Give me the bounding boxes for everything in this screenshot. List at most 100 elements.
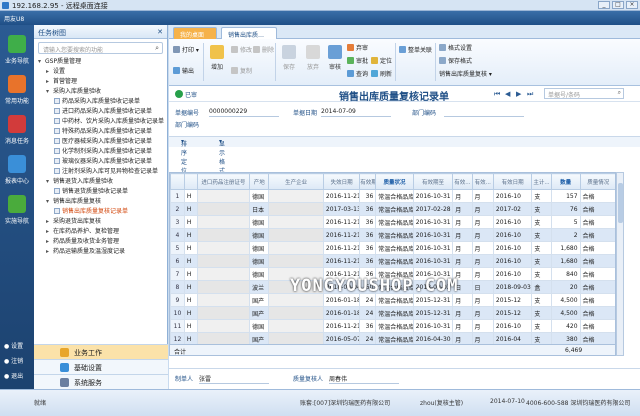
table-cell[interactable]: 10: [170, 306, 185, 320]
column-header[interactable]: 数量: [550, 173, 581, 190]
table-cell[interactable]: [196, 280, 251, 294]
modify-button[interactable]: 修改: [231, 45, 252, 54]
first-page-button[interactable]: ⏮: [494, 90, 500, 99]
table-cell[interactable]: 2016-11-21: [322, 254, 361, 268]
tree-item[interactable]: 注射剂采购入库可见异物检查记录单: [34, 167, 167, 177]
grid-vertical-scrollbar[interactable]: [616, 172, 624, 356]
table-cell[interactable]: 36: [359, 228, 377, 242]
table-cell[interactable]: 840: [550, 267, 581, 281]
audit-button[interactable]: 审核: [323, 45, 347, 71]
table-cell[interactable]: [196, 215, 251, 229]
nav-star[interactable]: 常用功能: [3, 75, 31, 109]
table-cell[interactable]: [196, 241, 251, 255]
tree-folder[interactable]: ▾ 销售出库质量复核: [34, 197, 167, 207]
table-cell[interactable]: 2016-10: [492, 254, 533, 268]
table-cell[interactable]: 24: [359, 306, 377, 320]
query-button[interactable]: 查询: [347, 69, 368, 78]
table-cell[interactable]: 支: [531, 202, 552, 216]
table-cell[interactable]: 德国: [249, 254, 270, 268]
table-cell[interactable]: 支: [531, 254, 552, 268]
table-cell[interactable]: 合格: [579, 202, 615, 216]
table-cell[interactable]: 2016-11-21: [322, 215, 361, 229]
table-cell[interactable]: [268, 241, 324, 255]
save-button[interactable]: 保存: [277, 45, 301, 71]
prev-page-button[interactable]: ◀: [505, 90, 510, 98]
table-cell[interactable]: 4,500: [550, 293, 581, 307]
copy-button[interactable]: 复制: [231, 66, 252, 75]
column-header[interactable]: 有效期至: [412, 173, 454, 190]
print-button[interactable]: 打印 ▾: [173, 45, 199, 54]
table-cell[interactable]: 德国: [249, 319, 270, 333]
table-cell[interactable]: 月: [452, 319, 473, 333]
tree-item[interactable]: 玻璃仪器采购入库质量验收记录单: [34, 157, 167, 167]
search-icon[interactable]: ⌕: [155, 44, 159, 53]
tree-folder[interactable]: ▸ 首营管理: [34, 77, 167, 87]
collapse-icon[interactable]: ▾: [46, 87, 53, 97]
table-cell[interactable]: [268, 189, 324, 203]
table-cell[interactable]: 2017-02-28: [412, 202, 454, 216]
table-cell[interactable]: H: [183, 189, 198, 203]
tree-folder[interactable]: ▾ 销售退货入库质量验收: [34, 177, 167, 187]
table-cell[interactable]: 2016-11-21: [322, 189, 361, 203]
table-cell[interactable]: H: [183, 254, 198, 268]
doc-search-input[interactable]: 单据号/条码 ⌕: [544, 88, 624, 99]
table-cell[interactable]: [196, 306, 251, 320]
table-cell[interactable]: 支: [531, 306, 552, 320]
table-cell[interactable]: [268, 254, 324, 268]
table-cell[interactable]: 2015-12-31: [412, 306, 454, 320]
add-button[interactable]: 增加: [205, 45, 229, 71]
table-cell[interactable]: 2016-10: [492, 319, 533, 333]
module-button[interactable]: 系统服务: [34, 374, 168, 389]
nav-message[interactable]: 消息任务: [3, 115, 31, 149]
table-cell[interactable]: [268, 306, 324, 320]
table-cell[interactable]: 合格: [579, 215, 615, 229]
table-cell[interactable]: 月: [452, 306, 473, 320]
table-cell[interactable]: 月: [452, 189, 473, 203]
expand-icon[interactable]: ▸: [46, 217, 53, 227]
table-cell[interactable]: [196, 293, 251, 307]
table-cell[interactable]: 2016-10-31: [412, 319, 454, 333]
table-cell[interactable]: 2016-10: [492, 189, 533, 203]
table-cell[interactable]: [268, 215, 324, 229]
table-cell[interactable]: 日本: [249, 202, 270, 216]
table-cell[interactable]: [196, 254, 251, 268]
table-cell[interactable]: 常温合格品库: [375, 254, 414, 268]
output-button[interactable]: 输出: [173, 66, 194, 75]
table-row[interactable]: 2 H 日本 2017-03-13 36 常温合格品库 2017-02-28 月月 2017-0…: [170, 202, 615, 216]
table-cell[interactable]: 36: [359, 254, 377, 268]
expand-icon[interactable]: ▸: [46, 227, 53, 237]
tree-item[interactable]: 销售退货质量验收记录单: [34, 187, 167, 197]
tree-search-input[interactable]: 请输入您要搜索的功能 ⌕: [38, 42, 163, 54]
table-cell[interactable]: 2016-10-31: [412, 254, 454, 268]
table-cell[interactable]: 合格: [579, 293, 615, 307]
column-header[interactable]: 有效...: [471, 173, 494, 190]
user-button[interactable]: ● 注销: [4, 356, 23, 365]
tab-sales-review[interactable]: 销售出库质… ✕: [221, 27, 277, 46]
column-header[interactable]: 生产企业: [268, 173, 324, 190]
table-cell[interactable]: 常温合格品库: [375, 189, 414, 203]
column-header[interactable]: 质量状况: [375, 173, 414, 190]
table-cell[interactable]: 2015-12: [492, 306, 533, 320]
table-cell[interactable]: 合格: [579, 319, 615, 333]
format-settings-button[interactable]: 格式设置: [439, 43, 472, 52]
table-cell[interactable]: 2016-10: [492, 241, 533, 255]
tree-folder[interactable]: ▸ 药品质量及收货业务管理: [34, 237, 167, 247]
table-cell[interactable]: [196, 267, 251, 281]
column-header[interactable]: [183, 173, 198, 190]
table-cell[interactable]: H: [183, 228, 198, 242]
abandon-button[interactable]: 放弃: [301, 45, 325, 71]
last-page-button[interactable]: ⏭: [527, 90, 533, 99]
table-cell[interactable]: H: [183, 293, 198, 307]
table-cell[interactable]: 月: [452, 228, 473, 242]
table-cell[interactable]: 2016-01-18: [322, 306, 361, 320]
pin-icon[interactable]: ✕: [157, 28, 163, 36]
table-cell[interactable]: 2016-11-21: [322, 228, 361, 242]
table-cell[interactable]: 36: [359, 189, 377, 203]
table-cell[interactable]: 月: [471, 306, 494, 320]
table-cell[interactable]: 157: [550, 189, 581, 203]
doc-no-field[interactable]: 0000000229: [209, 108, 279, 117]
table-cell[interactable]: 2017-02: [492, 202, 533, 216]
nav-compass[interactable]: 实施导航: [3, 195, 31, 229]
tree-folder[interactable]: ▸ 采购退货出库复核: [34, 217, 167, 227]
locate-button[interactable]: 定位: [371, 56, 392, 65]
